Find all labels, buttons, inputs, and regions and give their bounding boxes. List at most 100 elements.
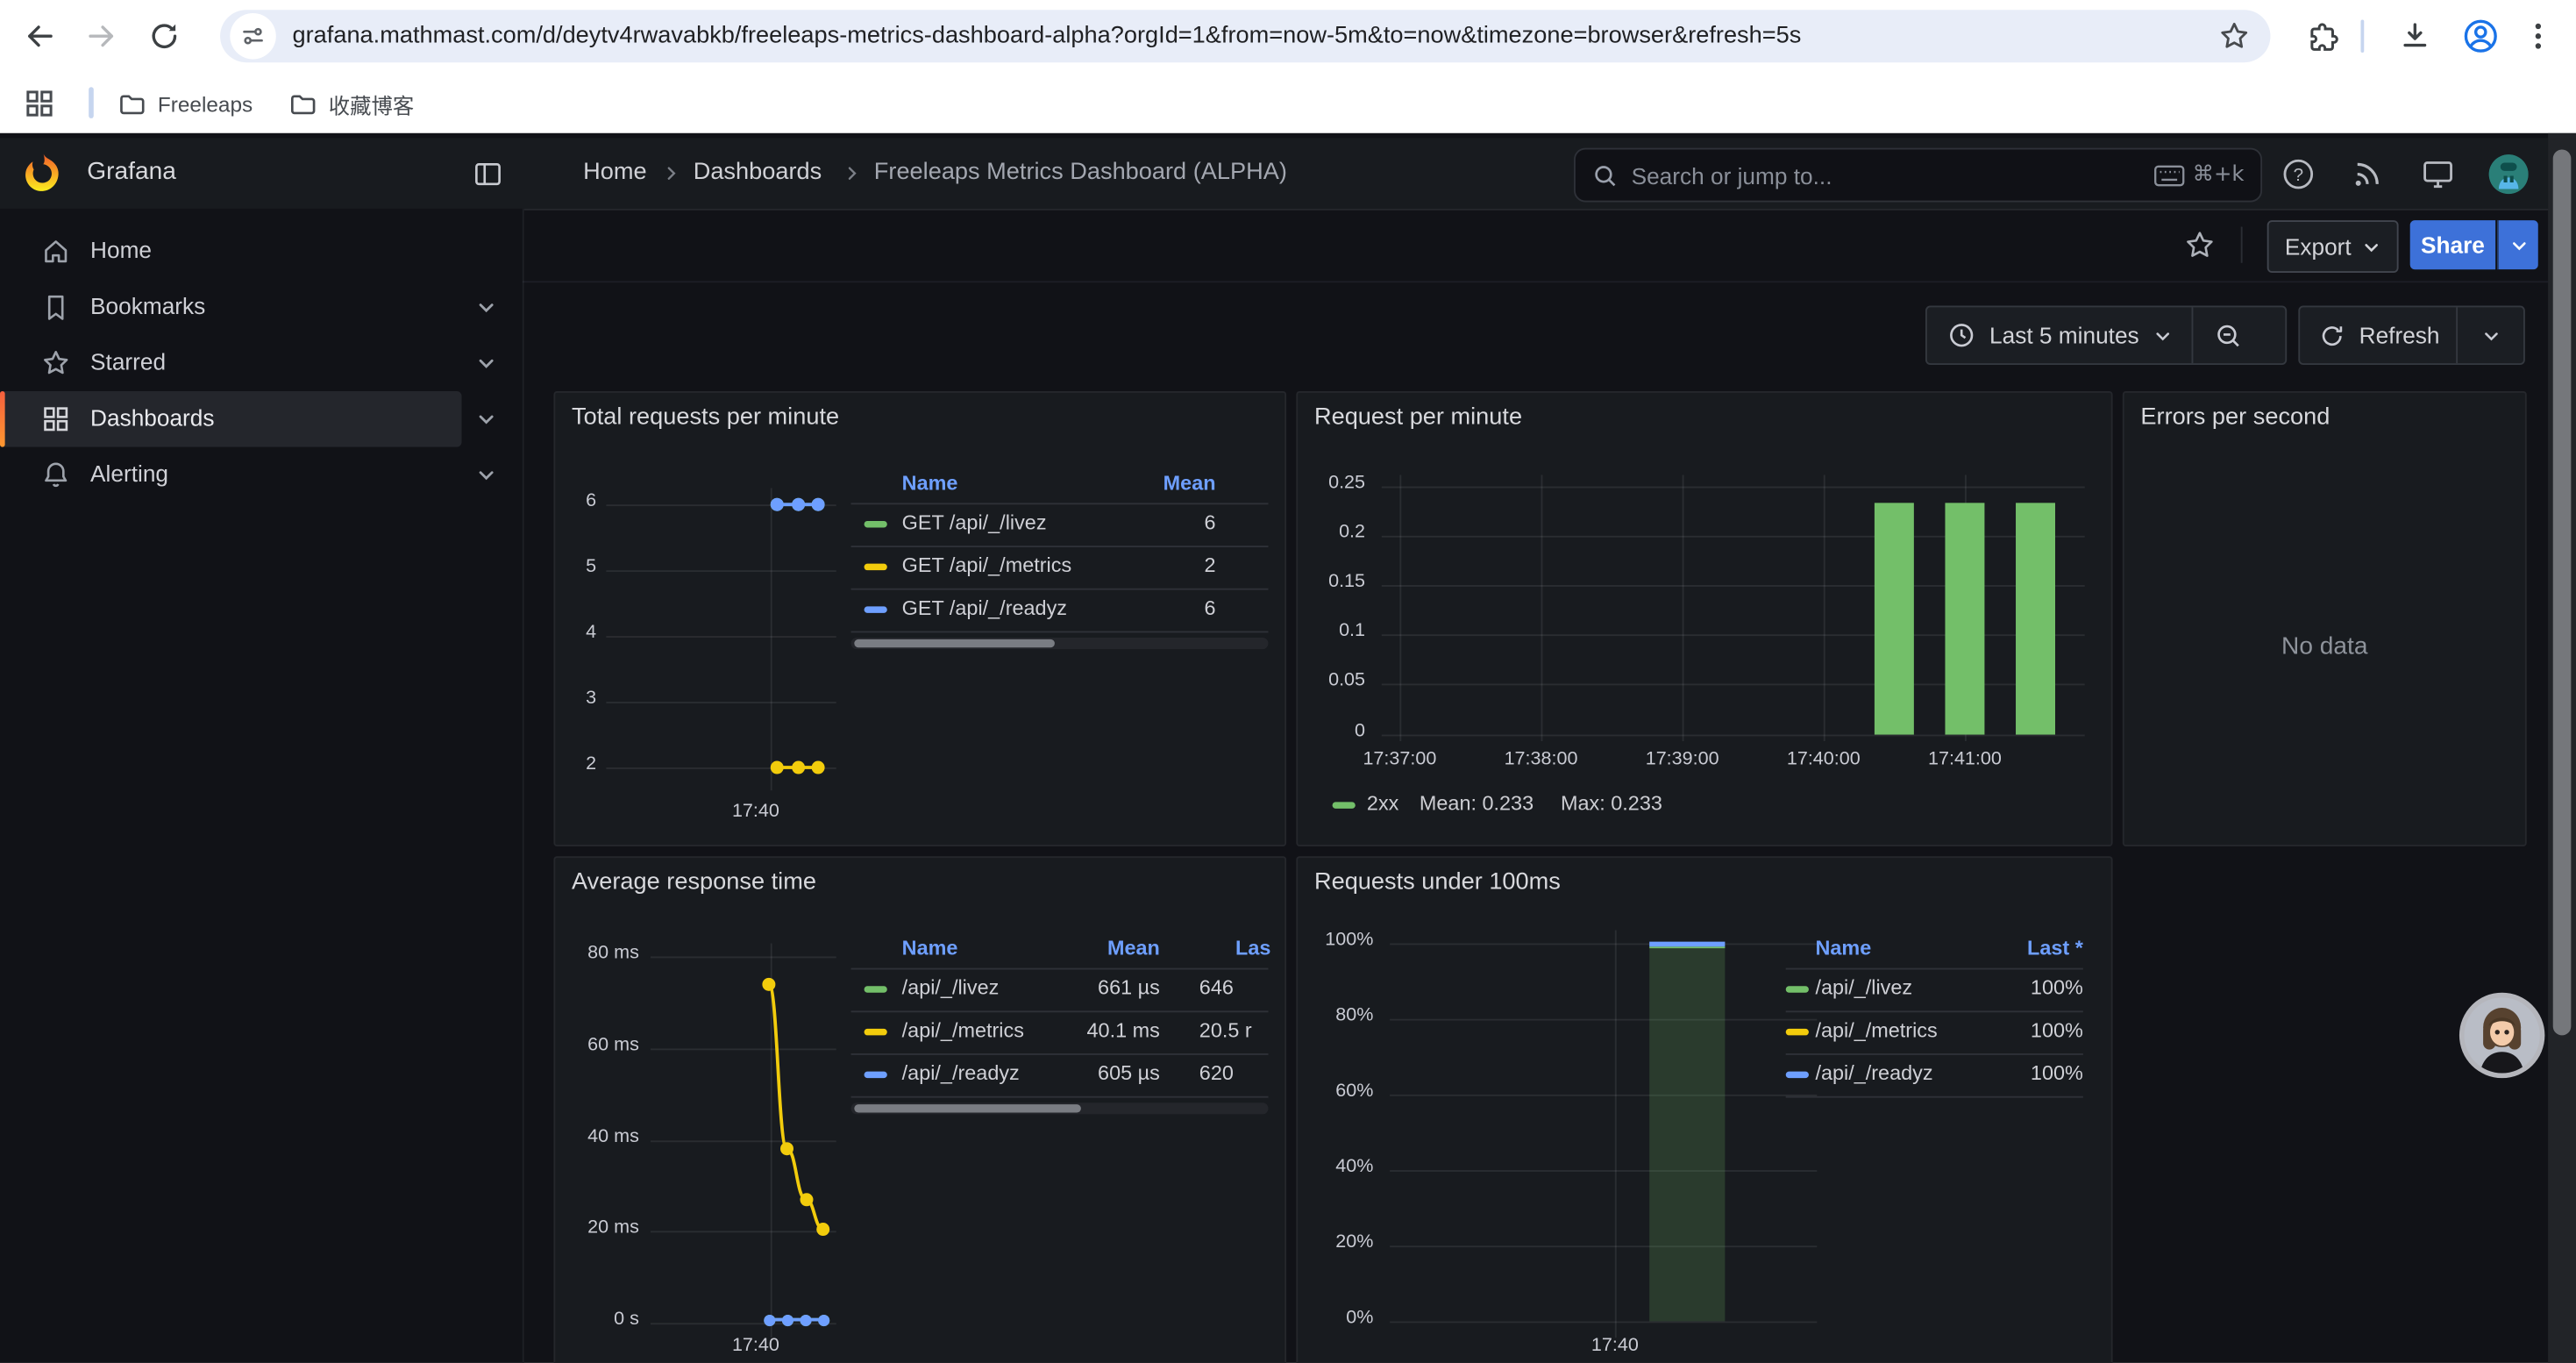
series-name[interactable]: 2xx	[1367, 792, 1398, 815]
series-name[interactable]: /api/_/metrics	[1815, 1019, 1937, 1042]
help-icon[interactable]: ?	[2281, 156, 2316, 192]
reload-icon[interactable]	[148, 19, 181, 52]
sidebar-item-bookmarks[interactable]: Bookmarks	[0, 280, 523, 336]
bookmark-folder-blogs[interactable]: 收藏博客	[289, 84, 414, 124]
legend-row[interactable]: GET /api/_/livez 6	[851, 504, 1269, 547]
back-icon[interactable]	[23, 19, 55, 52]
series-name[interactable]: /api/_/metrics	[902, 1019, 1024, 1042]
gridline	[606, 702, 836, 703]
breadcrumb-dashboards[interactable]: Dashboards	[694, 160, 822, 186]
legend-header-last[interactable]: Las	[1235, 937, 1270, 960]
legend-header-name[interactable]: Name	[902, 472, 958, 495]
chevron-down-icon	[2509, 236, 2528, 254]
legend-row[interactable]: GET /api/_/readyz 6	[851, 590, 1269, 633]
search-input[interactable]: Search or jump to... ⌘+k	[1574, 148, 2262, 203]
gridline	[1390, 944, 1817, 946]
legend-row[interactable]: /api/_/livez 661 µs 646	[851, 969, 1269, 1012]
download-icon[interactable]	[2399, 19, 2431, 52]
forward-icon[interactable]	[85, 19, 117, 52]
panel-errors-per-second: Errors per second No data	[2123, 391, 2527, 846]
series-color-dash	[865, 1029, 887, 1035]
legend-table: Name Last * /api/_/livez 100% /api/_/met…	[1786, 933, 2083, 1097]
legend-row[interactable]: /api/_/readyz 100%	[1786, 1055, 2083, 1098]
legend-scrollbar[interactable]	[851, 1103, 1269, 1114]
y-axis-tick-label: 0.2	[1298, 523, 1365, 542]
time-range-picker[interactable]: Last 5 minutes	[1927, 322, 2192, 348]
profile-icon[interactable]	[2461, 17, 2501, 56]
legend-row[interactable]: /api/_/readyz 605 µs 620	[851, 1055, 1269, 1098]
page-scrollbar-thumb[interactable]	[2553, 150, 2572, 1036]
site-settings-icon[interactable]	[230, 13, 275, 59]
browser-menu-icon[interactable]	[2533, 19, 2543, 52]
legend-row[interactable]: GET /api/_/metrics 2	[851, 547, 1269, 590]
sidebar-item-home[interactable]: Home	[0, 224, 523, 280]
series-name[interactable]: /api/_/livez	[1815, 976, 1912, 999]
grafana-brand[interactable]: Grafana	[87, 158, 176, 186]
legend-header-row: Name Mean	[851, 468, 1269, 504]
bookmark-star-icon[interactable]	[2217, 19, 2250, 52]
data-point	[771, 498, 784, 511]
bookmark-icon	[41, 293, 71, 323]
export-button[interactable]: Export	[2267, 220, 2399, 273]
toolbar-divider	[2241, 227, 2243, 263]
kiosk-monitor-icon[interactable]	[2420, 156, 2456, 192]
series-name[interactable]: /api/_/readyz	[902, 1061, 1020, 1084]
gridline	[771, 488, 772, 790]
legend-header-mean[interactable]: Mean	[1163, 472, 1216, 495]
chevron-down-icon[interactable]	[476, 465, 495, 484]
x-axis-tick-label: 17:40	[687, 802, 824, 821]
address-bar[interactable]: grafana.mathmast.com/d/deytv4rwavabkb/fr…	[220, 10, 2270, 62]
series-name[interactable]: GET /api/_/readyz	[902, 596, 1067, 619]
assistant-avatar[interactable]	[2465, 997, 2540, 1073]
series-name[interactable]: /api/_/readyz	[1815, 1061, 1932, 1084]
bookmark-folder-freeleaps[interactable]: Freeleaps	[118, 84, 253, 124]
share-menu-button[interactable]	[2497, 220, 2538, 269]
legend-row[interactable]: /api/_/livez 100%	[1786, 969, 2083, 1012]
y-axis-tick-label: 2	[555, 754, 596, 774]
y-axis-tick-label: 20 ms	[555, 1217, 639, 1237]
y-axis-tick-label: 0.1	[1298, 621, 1365, 640]
data-point	[781, 1314, 793, 1325]
apps-grid-icon[interactable]	[25, 89, 54, 118]
legend-scrollbar[interactable]	[851, 638, 1269, 649]
series-name[interactable]: GET /api/_/livez	[902, 511, 1047, 534]
legend-row[interactable]: /api/_/metrics 40.1 ms 20.5 r	[851, 1012, 1269, 1055]
refresh-button[interactable]: Refresh	[2300, 322, 2456, 348]
series-name[interactable]: GET /api/_/metrics	[902, 553, 1072, 576]
sidebar-item-starred[interactable]: Starred	[0, 335, 523, 391]
legend-scrollbar-thumb[interactable]	[854, 1104, 1081, 1112]
bookmark-label: 收藏博客	[329, 88, 414, 119]
folder-icon	[118, 89, 146, 118]
x-axis-tick-label: 17:40	[687, 1336, 824, 1355]
chevron-down-icon[interactable]	[476, 353, 495, 373]
sidebar-item-dashboards[interactable]: Dashboards	[0, 391, 523, 447]
extensions-icon[interactable]	[2307, 19, 2339, 52]
breadcrumb-home[interactable]: Home	[583, 160, 646, 186]
chevron-down-icon[interactable]	[476, 410, 495, 429]
legend-scrollbar-thumb[interactable]	[854, 639, 1055, 647]
url-text[interactable]: grafana.mathmast.com/d/deytv4rwavabkb/fr…	[293, 23, 1802, 49]
legend-row[interactable]: /api/_/metrics 100%	[1786, 1012, 2083, 1055]
share-label: Share	[2421, 232, 2485, 258]
legend-header-name[interactable]: Name	[902, 937, 958, 960]
user-avatar[interactable]	[2489, 154, 2529, 194]
bar	[2016, 503, 2055, 735]
series-line	[769, 1318, 823, 1322]
legend-header-mean[interactable]: Mean	[1107, 937, 1160, 960]
legend-header-last[interactable]: Last *	[2027, 937, 2083, 960]
y-axis-tick-label: 5	[555, 557, 596, 576]
news-rss-icon[interactable]	[2349, 156, 2385, 192]
sidebar-item-alerting[interactable]: Alerting	[0, 447, 523, 503]
refresh-interval-button[interactable]	[2458, 326, 2523, 345]
panel-title[interactable]: Errors per second	[2140, 404, 2330, 431]
zoom-out-time-button[interactable]	[2194, 321, 2263, 349]
page-scrollbar[interactable]	[2548, 133, 2576, 1363]
grafana-logo[interactable]	[21, 151, 66, 196]
series-mean: 605 µs	[1098, 1061, 1160, 1084]
favorite-star-icon[interactable]	[2185, 230, 2215, 260]
share-button[interactable]: Share	[2410, 220, 2495, 269]
legend-header-name[interactable]: Name	[1815, 937, 1871, 960]
sidebar-toggle-icon[interactable]	[473, 160, 503, 189]
chevron-down-icon[interactable]	[476, 297, 495, 317]
series-name[interactable]: /api/_/livez	[902, 976, 1000, 999]
